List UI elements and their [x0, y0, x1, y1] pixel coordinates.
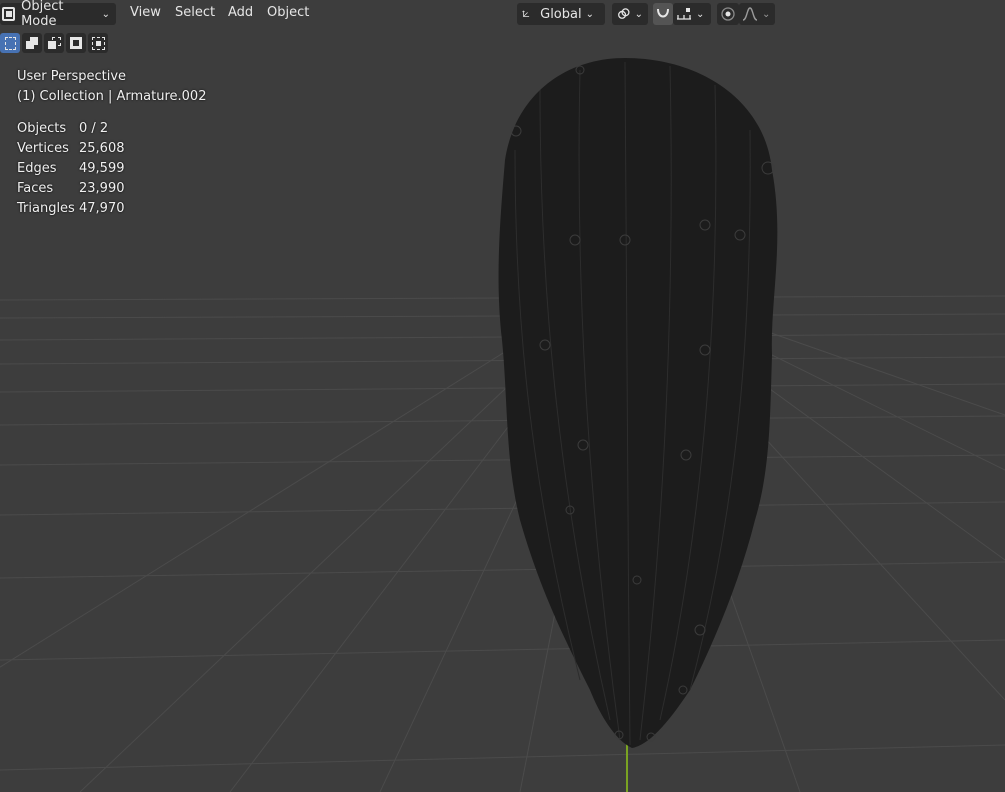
chevron-down-icon: ⌄	[101, 8, 110, 20]
stat-label: Objects	[17, 121, 67, 136]
stat-row: Vertices 25,608	[17, 139, 125, 159]
viewport-header: Object Mode ⌄ View Select Add Object Glo…	[0, 0, 1005, 29]
stat-label: Edges	[17, 161, 57, 176]
select-intersect-button[interactable]	[88, 33, 108, 53]
3d-viewport[interactable]	[0, 0, 1005, 792]
select-subtract-button[interactable]	[44, 33, 64, 53]
collection-info: (1) Collection | Armature.002	[17, 89, 207, 104]
select-extend-button[interactable]	[22, 33, 42, 53]
falloff-dropdown[interactable]: ⌄	[739, 3, 775, 25]
stat-label: Triangles	[17, 201, 75, 216]
snap-toggle[interactable]	[653, 3, 673, 25]
chevron-down-icon: ⌄	[762, 8, 771, 20]
menu-select[interactable]: Select	[175, 5, 215, 20]
falloff-curve-icon	[742, 7, 758, 21]
stat-row: Edges 49,599	[17, 159, 125, 179]
transform-orientation-icon	[522, 10, 530, 17]
view-name: User Perspective	[17, 69, 127, 84]
stat-row: Objects 0 / 2	[17, 119, 125, 139]
magnet-snap-icon	[657, 8, 669, 18]
stat-row: Triangles 47,970	[17, 199, 125, 219]
scene-statistics: Objects 0 / 2 Vertices 25,608 Edges 49,5…	[17, 119, 125, 219]
stat-row: Faces 23,990	[17, 179, 125, 199]
stat-label: Vertices	[17, 141, 69, 156]
transform-orientation-dropdown[interactable]: Global ⌄	[517, 3, 605, 25]
stat-label: Faces	[17, 181, 54, 196]
menu-add[interactable]: Add	[228, 5, 253, 20]
select-invert-button[interactable]	[66, 33, 86, 53]
chevron-down-icon: ⌄	[585, 8, 594, 20]
snap-target-dropdown[interactable]: ⌄	[673, 3, 711, 25]
menu-view[interactable]: View	[130, 5, 161, 20]
proportional-editing-icon	[721, 7, 735, 21]
snap-increment-icon	[677, 8, 691, 20]
viewport-info-overlay: User Perspective (1) Collection | Armatu…	[17, 67, 206, 107]
link-icon	[618, 8, 630, 19]
pivot-point-dropdown[interactable]: ⌄	[612, 3, 648, 25]
orientation-label: Global	[540, 6, 582, 22]
stat-value: 49,599	[79, 161, 125, 176]
stat-value: 25,608	[79, 141, 125, 156]
stat-value: 23,990	[79, 181, 125, 196]
mode-dropdown[interactable]: Object Mode ⌄	[0, 0, 116, 29]
stat-value: 47,970	[79, 201, 125, 216]
viewport-grid	[0, 0, 1005, 792]
select-new-icon	[5, 37, 16, 50]
proportional-editing-toggle[interactable]	[717, 3, 739, 25]
select-new-button[interactable]	[0, 33, 20, 53]
select-mode-group	[0, 33, 108, 53]
menu-object[interactable]: Object	[267, 5, 309, 20]
stat-value: 0 / 2	[79, 121, 109, 136]
chevron-down-icon: ⌄	[696, 8, 705, 20]
mode-label: Object Mode	[21, 0, 64, 29]
object-mode-icon	[2, 7, 16, 21]
chevron-down-icon: ⌄	[634, 8, 643, 20]
